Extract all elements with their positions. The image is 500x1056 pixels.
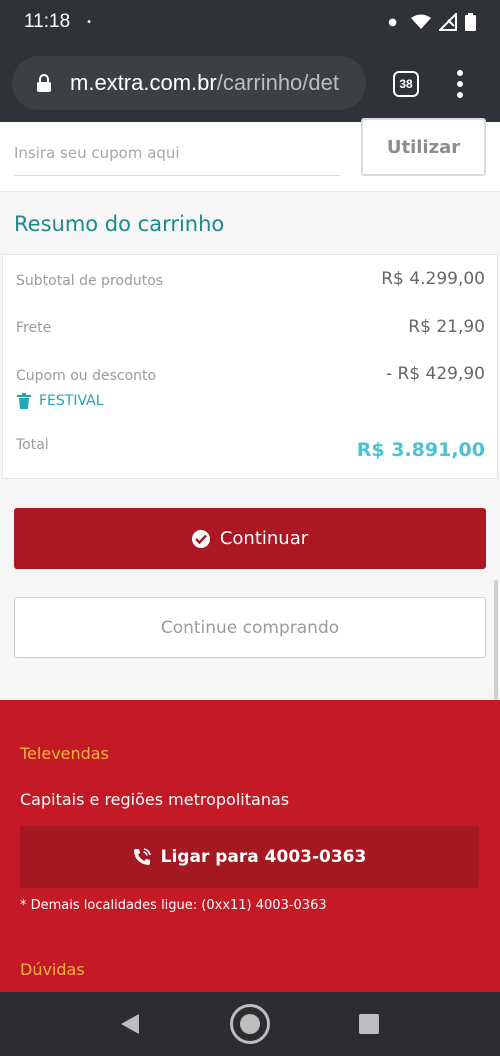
total-value: R$ 3.891,00: [356, 439, 485, 461]
discount-value: - R$ 429,90: [385, 364, 485, 384]
subtotal-label: Subtotal de produtos: [16, 273, 164, 289]
continue-label: Continuar: [219, 528, 309, 549]
notification-dot-icon: •: [86, 16, 93, 28]
continue-button[interactable]: Continuar: [14, 508, 486, 569]
lock-icon: [37, 74, 51, 92]
recent-apps-icon[interactable]: [359, 1014, 379, 1034]
home-icon[interactable]: [230, 1004, 270, 1044]
other-locations-text: * Demais localidades ligue: (0xx11) 4003…: [20, 898, 327, 913]
status-bar: 11:18 • ●: [0, 0, 500, 44]
footer: Televendas Capitais e regiões metropolit…: [0, 700, 500, 992]
status-icons: ●: [388, 13, 476, 31]
url-text: m.extra.com.br/carrinho/det: [70, 70, 339, 96]
url-domain: m.extra.com.br: [70, 70, 217, 95]
scrollbar[interactable]: [494, 580, 498, 700]
keep-shopping-button[interactable]: Continue comprando: [14, 597, 486, 658]
shipping-value: R$ 21,90: [408, 317, 485, 337]
more-menu-icon[interactable]: [452, 70, 468, 98]
televendas-title: Televendas: [20, 744, 109, 763]
coupon-row: Utilizar: [0, 118, 500, 192]
discount-label: Cupom ou desconto: [16, 368, 157, 384]
address-bar[interactable]: m.extra.com.br/carrinho/det: [12, 56, 366, 110]
battery-icon: [465, 13, 476, 31]
back-icon[interactable]: [121, 1014, 139, 1034]
applied-coupon: FESTIVAL: [17, 393, 104, 409]
duvidas-title[interactable]: Dúvidas: [20, 960, 85, 979]
cart-summary-section: Resumo do carrinho Subtotal de produtos …: [0, 192, 500, 700]
shipping-label: Frete: [16, 320, 52, 336]
android-nav-bar: [0, 992, 500, 1056]
subtotal-value: R$ 4.299,00: [381, 269, 485, 289]
call-label: Ligar para 4003-0363: [160, 847, 367, 867]
status-time: 11:18: [24, 11, 71, 32]
signal-icon: [439, 13, 457, 31]
capitais-text: Capitais e regiões metropolitanas: [20, 790, 290, 809]
browser-toolbar: m.extra.com.br/carrinho/det 38: [0, 44, 500, 122]
total-label: Total: [16, 437, 49, 453]
summary-card: Subtotal de produtos R$ 4.299,00 Frete R…: [2, 254, 498, 479]
apply-coupon-button[interactable]: Utilizar: [361, 118, 486, 176]
check-circle-icon: [191, 529, 210, 548]
url-path: /carrinho/det: [216, 70, 339, 95]
tabs-button[interactable]: 38: [393, 71, 419, 97]
wifi-icon: [411, 14, 431, 29]
trash-icon[interactable]: [17, 393, 31, 409]
coupon-code: FESTIVAL: [39, 393, 104, 409]
call-button[interactable]: Ligar para 4003-0363: [20, 826, 479, 888]
coupon-input[interactable]: [14, 122, 340, 176]
summary-title: Resumo do carrinho: [14, 212, 225, 236]
phone-icon: [133, 848, 151, 865]
notification-dot-icon: ●: [388, 16, 397, 28]
